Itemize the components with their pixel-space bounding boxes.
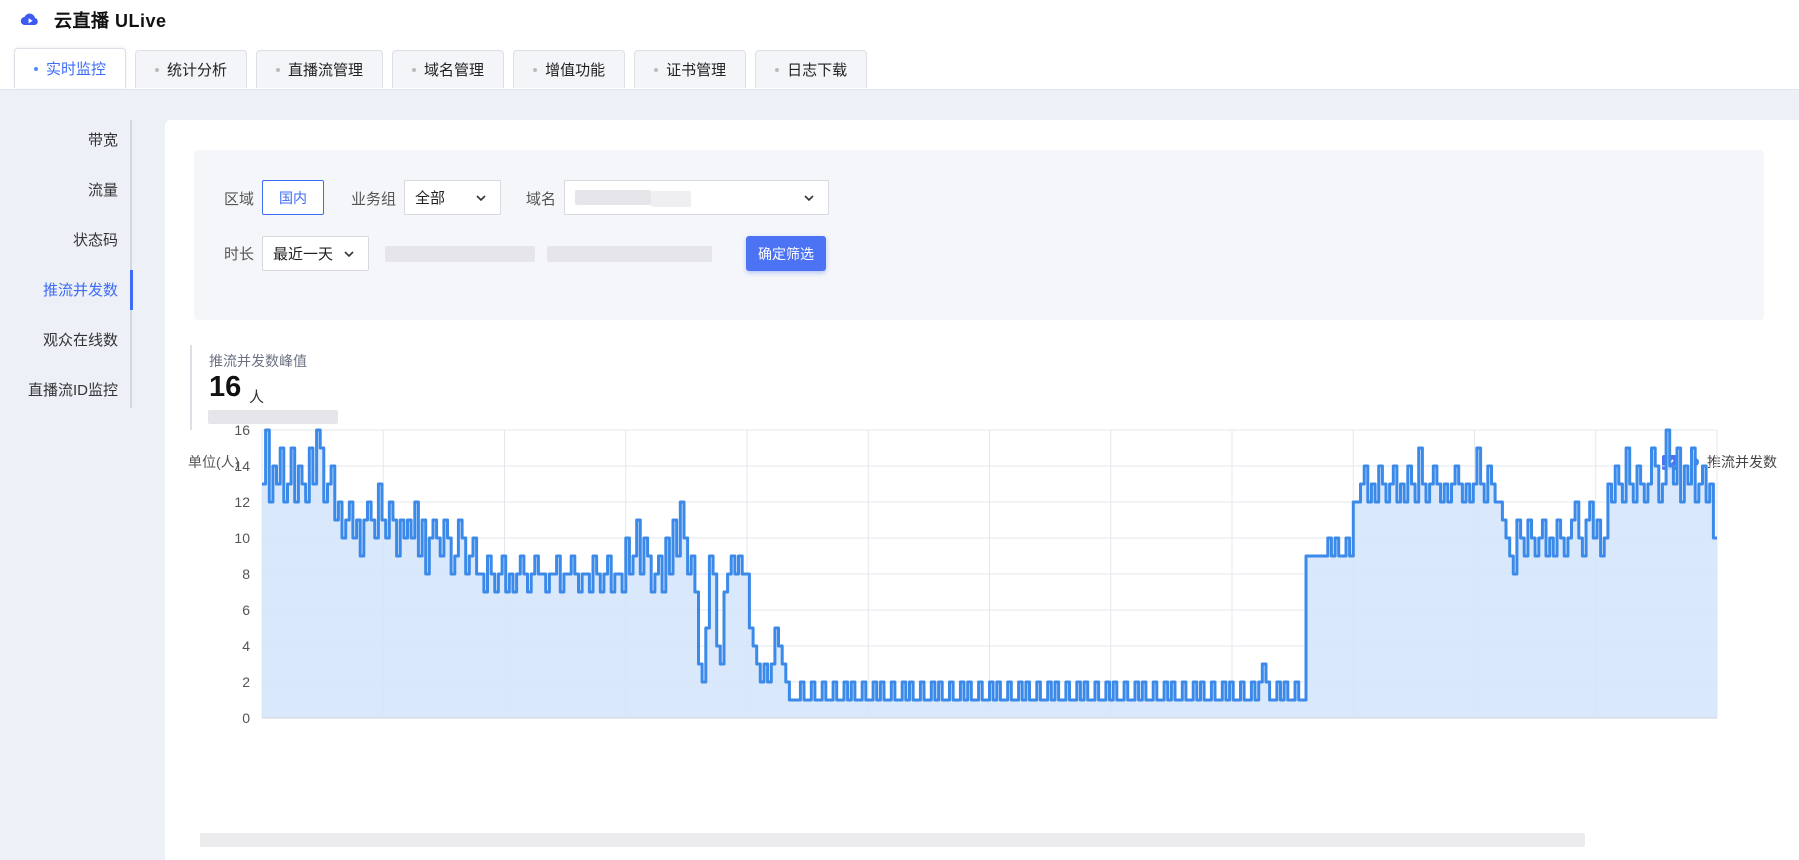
top-header: 云直播 ULive 实时监控 统计分析 直播流管理 域名管理 增值功能 证书管理…: [0, 0, 1799, 90]
tab-statistics[interactable]: 统计分析: [135, 50, 248, 88]
tab-stream-management[interactable]: 直播流管理: [256, 50, 384, 88]
brand: 云直播 ULive: [20, 6, 167, 34]
sidebar-item-traffic[interactable]: 流量: [88, 179, 118, 201]
tab-dot-icon: [654, 67, 659, 72]
tab-realtime-monitor[interactable]: 实时监控: [14, 48, 127, 88]
sidebar-item-status-code[interactable]: 状态码: [73, 229, 118, 251]
redacted-x-axis-labels: [200, 833, 1585, 847]
y-tick-label: 0: [242, 710, 250, 726]
cloud-play-logo-icon: [20, 13, 38, 26]
sidebar-active-indicator: [130, 270, 133, 310]
main-tabs: 实时监控 统计分析 直播流管理 域名管理 增值功能 证书管理 日志下载: [14, 48, 868, 88]
y-tick-label: 6: [242, 602, 250, 618]
concurrency-chart: 0 2 4 6 8 10 12 14 16: [234, 422, 1718, 726]
tab-label: 统计分析: [167, 62, 228, 79]
main-card: 区域 国内 业务组 全部 域名 时长 最近一天 确定筛选 推流并发数峰值 16 …: [165, 120, 1799, 860]
y-tick-label: 14: [234, 458, 250, 474]
y-tick-label: 10: [234, 530, 250, 546]
tab-dot-icon: [412, 67, 417, 72]
tab-dot-icon: [533, 67, 538, 72]
y-tick-label: 8: [242, 566, 250, 582]
tab-label: 日志下载: [787, 62, 848, 79]
tab-dot-icon: [155, 67, 160, 72]
tab-domain-management[interactable]: 域名管理: [392, 50, 505, 88]
sidebar-divider: [130, 120, 132, 408]
y-tick-label: 12: [234, 494, 250, 510]
tab-dot-icon: [775, 67, 780, 72]
tab-label: 直播流管理: [288, 62, 364, 79]
sidebar-item-push-concurrency[interactable]: 推流并发数: [43, 279, 118, 301]
y-tick-label: 2: [242, 674, 250, 690]
tab-dot-icon: [34, 66, 38, 71]
tab-label: 域名管理: [424, 62, 485, 79]
tab-label: 证书管理: [666, 62, 727, 79]
sidebar-item-online-viewers[interactable]: 观众在线数: [43, 329, 118, 351]
tab-certificates[interactable]: 证书管理: [634, 50, 747, 88]
sidebar-item-bandwidth[interactable]: 带宽: [88, 129, 118, 151]
tab-dot-icon: [276, 67, 281, 72]
app-title: 云直播 ULive: [54, 11, 167, 31]
tab-value-added[interactable]: 增值功能: [513, 50, 626, 88]
tab-log-download[interactable]: 日志下载: [755, 50, 868, 88]
sidebar: 带宽 流量 状态码 推流并发数 观众在线数 直播流ID监控: [0, 120, 133, 410]
sidebar-item-stream-id-monitor[interactable]: 直播流ID监控: [28, 379, 118, 401]
y-tick-label: 4: [242, 638, 250, 654]
tab-label: 增值功能: [545, 62, 606, 79]
tab-label: 实时监控: [46, 61, 107, 78]
y-tick-label: 16: [234, 422, 250, 438]
